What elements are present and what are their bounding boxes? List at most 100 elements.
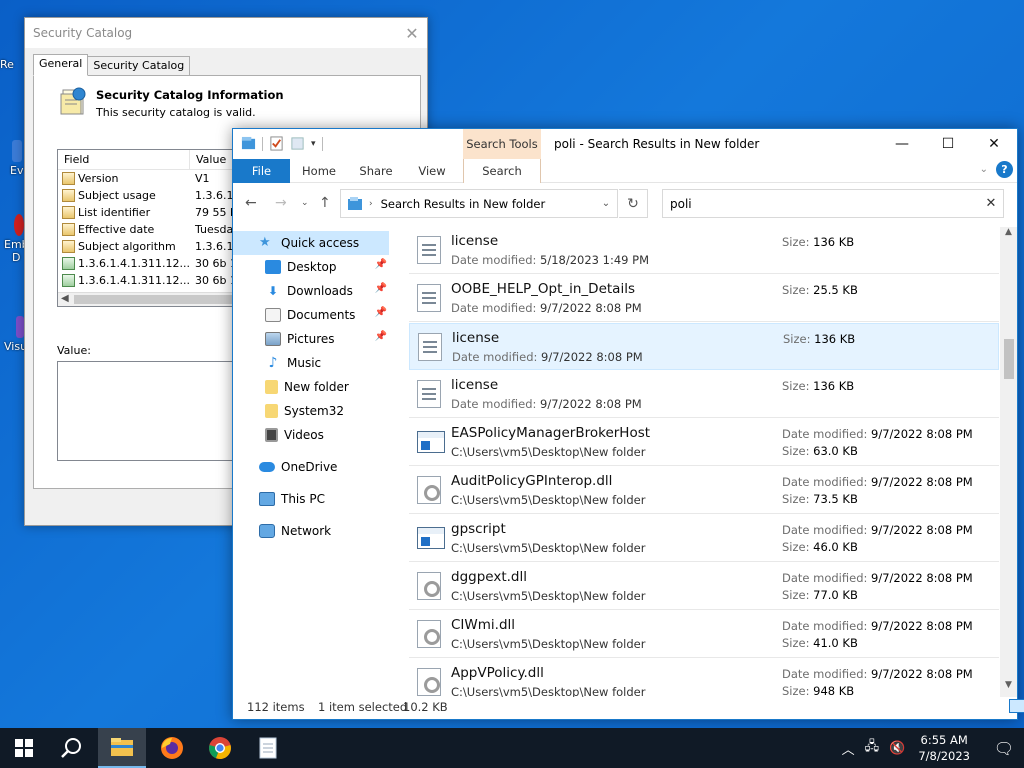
new-folder-icon[interactable] (290, 136, 305, 151)
clock-date: 7/8/2023 (918, 749, 970, 763)
list-item-hovered[interactable]: license Date modified: 9/7/2022 8:08 PM … (409, 323, 999, 370)
properties-icon[interactable] (269, 136, 284, 151)
scroll-left-icon[interactable]: ◀ (61, 293, 69, 304)
window-title: poli - Search Results in New folder (554, 137, 760, 151)
desktop-icon-visu[interactable]: Visu (0, 316, 27, 353)
pin-icon[interactable]: 📌 (375, 307, 387, 318)
list-item[interactable]: license Date modified: 9/7/2022 8:08 PM … (409, 371, 999, 418)
clock[interactable]: 6:55 AM 7/8/2023 (918, 732, 970, 764)
list-item[interactable]: OOBE_HELP_Opt_in_Details Date modified: … (409, 275, 999, 322)
tab-view[interactable]: View (409, 159, 455, 183)
taskbar-firefox[interactable] (148, 728, 196, 768)
explorer-titlebar[interactable]: ▾ Search Tools poli - Search Results in … (233, 129, 1017, 159)
cloud-icon (259, 462, 275, 472)
tab-file[interactable]: File (233, 159, 290, 183)
application-icon (417, 431, 445, 453)
search-box[interactable]: ✕ (662, 189, 1004, 218)
up-arrow-icon[interactable]: ↑ (319, 195, 331, 211)
address-text: Search Results in New folder (380, 196, 546, 211)
nav-item-desktop[interactable]: Desktop 📌 (233, 255, 389, 279)
nav-item-pictures[interactable]: Pictures 📌 (233, 327, 389, 351)
scroll-up-icon[interactable]: ▲ (1000, 227, 1017, 244)
minimize-button[interactable]: — (879, 129, 925, 159)
nav-item-new-folder[interactable]: New folder (233, 375, 389, 399)
maximize-button[interactable]: ☐ (925, 129, 971, 159)
taskbar-chrome[interactable] (196, 728, 244, 768)
column-header-value[interactable]: Value (190, 150, 232, 169)
tab-general[interactable]: General (33, 54, 89, 76)
column-header-field[interactable]: Field (58, 150, 190, 169)
system-tray: ︿ 🖧 🔇 6:55 AM 7/8/2023 🗨 (837, 728, 1024, 768)
tab-home[interactable]: Home (295, 159, 343, 183)
close-button[interactable]: ✕ (971, 129, 1017, 159)
nav-item-downloads[interactable]: ⬇ Downloads 📌 (233, 279, 389, 303)
list-item[interactable]: gpscript C:\Users\vm5\Desktop\New folder… (409, 515, 999, 562)
text-file-icon (417, 380, 441, 408)
breadcrumb-chevron-icon[interactable]: › (369, 199, 373, 209)
list-item[interactable]: dggpext.dll C:\Users\vm5\Desktop\New fol… (409, 563, 999, 610)
folder-icon (265, 380, 278, 394)
notification-icon[interactable]: 🗨 (984, 728, 1024, 768)
list-item[interactable]: AppVPolicy.dll C:\Users\vm5\Desktop\New … (409, 659, 999, 697)
close-icon[interactable]: ✕ (397, 18, 427, 48)
nav-item-onedrive[interactable]: OneDrive (233, 455, 389, 479)
nav-item-quick-access[interactable]: ★ Quick access (233, 231, 389, 255)
list-item[interactable]: CIWmi.dll C:\Users\vm5\Desktop\New folde… (409, 611, 999, 658)
recent-locations-icon[interactable]: ⌄ (301, 198, 309, 208)
desktop-icon-ev[interactable]: Ev (0, 140, 24, 177)
vertical-scrollbar[interactable]: ▲ ▼ (1000, 227, 1017, 697)
tab-search[interactable]: Search (463, 159, 541, 183)
nav-item-network[interactable]: Network (233, 519, 389, 543)
pin-icon[interactable]: 📌 (375, 331, 387, 342)
nav-item-system32[interactable]: System32 (233, 399, 389, 423)
catalog-heading: Security Catalog Information (96, 88, 284, 102)
pin-icon[interactable]: 📌 (375, 283, 387, 294)
app-icon (14, 214, 24, 236)
tab-security-catalog[interactable]: Security Catalog (87, 56, 191, 76)
help-icon[interactable]: ? (996, 161, 1013, 178)
taskbar-notepad[interactable] (244, 728, 292, 768)
content-view-icon[interactable] (1009, 699, 1024, 713)
search-input[interactable] (663, 196, 979, 211)
refresh-icon[interactable]: ↻ (619, 189, 648, 218)
nav-item-documents[interactable]: Documents 📌 (233, 303, 389, 327)
dialog-titlebar[interactable]: Security Catalog ✕ (25, 18, 427, 48)
search-results-list[interactable]: license Date modified: 5/18/2023 1:49 PM… (409, 227, 1001, 697)
taskbar-search-button[interactable] (48, 728, 96, 768)
scrollbar-thumb[interactable] (1004, 339, 1014, 379)
text-file-icon (417, 236, 441, 264)
item-count: 112 items (247, 700, 305, 714)
scrollbar-thumb[interactable] (74, 295, 234, 304)
back-arrow-icon[interactable]: ← (245, 195, 257, 211)
address-dropdown-icon[interactable]: ⌄ (595, 198, 617, 209)
notepad-icon (259, 737, 277, 759)
pin-icon[interactable]: 📌 (375, 259, 387, 270)
nav-item-this-pc[interactable]: This PC (233, 487, 389, 511)
volume-muted-icon[interactable]: 🔇 (889, 741, 905, 756)
desktop-icon-recycle-bin[interactable]: Re (0, 58, 24, 71)
forward-arrow-icon[interactable]: → (275, 195, 287, 211)
folder-icon[interactable] (241, 136, 256, 151)
computer-icon (259, 492, 275, 506)
nav-item-videos[interactable]: Videos (233, 423, 389, 447)
start-button[interactable] (0, 728, 48, 768)
videos-icon (265, 428, 278, 442)
taskbar: ︿ 🖧 🔇 6:55 AM 7/8/2023 🗨 (0, 728, 1024, 768)
clear-search-icon[interactable]: ✕ (979, 196, 1003, 211)
list-item[interactable]: EASPolicyManagerBrokerHost C:\Users\vm5\… (409, 419, 999, 466)
chevron-up-icon[interactable]: ︿ (842, 739, 855, 758)
list-item[interactable]: AuditPolicyGPInterop.dll C:\Users\vm5\De… (409, 467, 999, 514)
desktop-icon-emb[interactable]: Emb D (0, 214, 29, 264)
list-item[interactable]: license Date modified: 5/18/2023 1:49 PM… (409, 227, 999, 274)
tab-share[interactable]: Share (351, 159, 401, 183)
address-row: ← → ⌄ ↑ › Search Results in New folder ⌄… (233, 183, 1017, 225)
address-bar[interactable]: › Search Results in New folder ⌄ (340, 189, 618, 218)
taskbar-file-explorer[interactable] (98, 728, 146, 768)
network-status-icon[interactable]: 🖧 (865, 737, 880, 759)
expand-ribbon-icon[interactable]: ⌄ (980, 164, 988, 175)
customize-toolbar-icon[interactable]: ▾ (311, 139, 316, 149)
download-icon: ⬇ (267, 284, 279, 298)
documents-icon (265, 308, 281, 322)
nav-item-music[interactable]: ♪ Music (233, 351, 389, 375)
search-tools-context-tab: Search Tools (463, 129, 541, 159)
